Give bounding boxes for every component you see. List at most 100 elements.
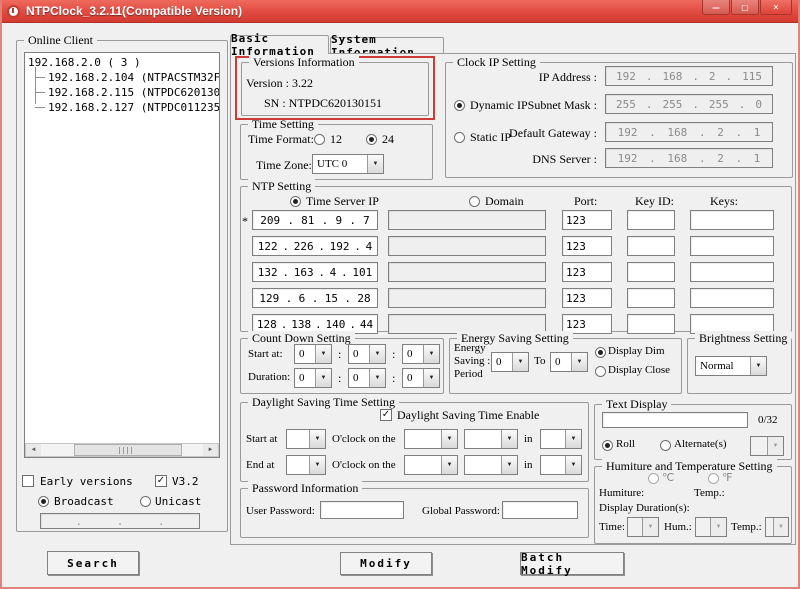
tree-item-client[interactable]: 192.168.2.115 (NTPDC620130151) xyxy=(35,85,219,100)
ntp-domain-input[interactable] xyxy=(388,262,546,282)
close-button[interactable]: ✕ xyxy=(760,0,792,15)
ntp-port-input[interactable]: 123 xyxy=(562,236,612,256)
dst-end-month-select[interactable]: ▼ xyxy=(540,455,582,475)
chevron-down-icon[interactable]: ▼ xyxy=(512,353,528,371)
dst-enable-checkbox[interactable]: ✓ xyxy=(380,409,392,421)
chevron-down-icon[interactable]: ▼ xyxy=(441,456,457,474)
time-duration-select[interactable]: ▼ xyxy=(627,517,659,537)
chevron-down-icon[interactable]: ▼ xyxy=(710,518,726,536)
horizontal-scrollbar[interactable]: ◄ ► xyxy=(25,443,219,457)
scroll-right-icon[interactable]: ► xyxy=(203,444,218,456)
tree-root-item[interactable]: 192.168.2.0 ( 3 ) xyxy=(28,55,219,70)
chevron-down-icon[interactable]: ▼ xyxy=(750,357,766,375)
time-server-ip-radio[interactable] xyxy=(290,196,301,207)
chevron-down-icon[interactable]: ▼ xyxy=(315,345,331,363)
scrollbar-thumb[interactable] xyxy=(74,444,182,456)
early-versions-checkbox[interactable] xyxy=(22,475,34,487)
energy-to-select[interactable]: 0▼ xyxy=(550,352,588,372)
chevron-down-icon[interactable]: ▼ xyxy=(369,369,385,387)
title-bar[interactable]: NTPClock_3.2.11(Compatible Version) — ▢ … xyxy=(0,0,800,23)
countdown-duration-min-select[interactable]: 0▼ xyxy=(348,368,386,388)
broadcast-radio[interactable] xyxy=(38,496,49,507)
countdown-start-sec-select[interactable]: 0▼ xyxy=(402,344,440,364)
modify-button[interactable]: Modify xyxy=(340,552,432,575)
display-dim-radio[interactable] xyxy=(595,347,606,358)
ntp-key-id-input[interactable] xyxy=(627,314,675,334)
hum-duration-select[interactable]: ▼ xyxy=(695,517,727,537)
countdown-start-min-select[interactable]: 0▼ xyxy=(348,344,386,364)
search-button[interactable]: Search xyxy=(47,551,139,575)
chevron-down-icon[interactable]: ▼ xyxy=(773,518,788,536)
ntp-server-ip-input[interactable]: 129.6.15.28 xyxy=(252,288,378,308)
chevron-down-icon[interactable]: ▼ xyxy=(367,155,383,173)
chevron-down-icon[interactable]: ▼ xyxy=(423,345,439,363)
dst-end-day-select[interactable]: ▼ xyxy=(464,455,518,475)
ip-address-field[interactable]: 192.168.2.115 xyxy=(605,66,773,86)
ntp-keys-input[interactable] xyxy=(690,262,774,282)
chevron-down-icon[interactable]: ▼ xyxy=(423,369,439,387)
tree-item-client[interactable]: 192.168.2.127 (NTPDC011235) xyxy=(35,100,219,115)
ntp-key-id-input[interactable] xyxy=(627,288,675,308)
ntp-server-ip-input[interactable]: 132.163.4.101 xyxy=(252,262,378,282)
roll-radio[interactable] xyxy=(602,440,613,451)
format-24-radio[interactable] xyxy=(366,134,377,145)
global-password-input[interactable] xyxy=(502,501,578,519)
unicast-radio[interactable] xyxy=(140,496,151,507)
chevron-down-icon[interactable]: ▼ xyxy=(501,430,517,448)
minimize-button[interactable]: — xyxy=(702,0,730,15)
alternate-radio[interactable] xyxy=(660,440,671,451)
chevron-down-icon[interactable]: ▼ xyxy=(565,456,581,474)
energy-from-select[interactable]: 0▼ xyxy=(491,352,529,372)
dst-end-hour-select[interactable]: ▼ xyxy=(286,455,326,475)
temp-duration-select[interactable]: ▼ xyxy=(765,517,789,537)
countdown-duration-sec-select[interactable]: 0▼ xyxy=(402,368,440,388)
chevron-down-icon[interactable]: ▼ xyxy=(767,437,783,455)
ntp-key-id-input[interactable] xyxy=(627,236,675,256)
maximize-button[interactable]: ▢ xyxy=(731,0,759,15)
default-gateway-field[interactable]: 192.168.2.1 xyxy=(605,122,773,142)
chevron-down-icon[interactable]: ▼ xyxy=(315,369,331,387)
chevron-down-icon[interactable]: ▼ xyxy=(642,518,658,536)
ntp-key-id-input[interactable] xyxy=(627,262,675,282)
tab-basic-information[interactable]: Basic Information xyxy=(230,35,329,54)
alternate-count-select[interactable]: ▼ xyxy=(750,436,784,456)
tab-system-information[interactable]: System Information xyxy=(330,37,444,54)
fahrenheit-radio[interactable] xyxy=(708,473,719,484)
countdown-start-hour-select[interactable]: 0▼ xyxy=(294,344,332,364)
domain-radio[interactable] xyxy=(469,196,480,207)
dns-server-field[interactable]: 192.168.2.1 xyxy=(605,148,773,168)
ntp-port-input[interactable]: 123 xyxy=(562,288,612,308)
dst-end-week-select[interactable]: ▼ xyxy=(404,455,458,475)
ntp-keys-input[interactable] xyxy=(690,288,774,308)
text-display-input[interactable] xyxy=(602,412,748,428)
chevron-down-icon[interactable]: ▼ xyxy=(565,430,581,448)
dst-start-hour-select[interactable]: ▼ xyxy=(286,429,326,449)
ntp-domain-input[interactable] xyxy=(388,210,546,230)
display-close-radio[interactable] xyxy=(595,366,606,377)
ntp-keys-input[interactable] xyxy=(690,236,774,256)
v32-checkbox[interactable]: ✓ xyxy=(155,475,167,487)
dst-start-month-select[interactable]: ▼ xyxy=(540,429,582,449)
chevron-down-icon[interactable]: ▼ xyxy=(369,345,385,363)
batch-modify-button[interactable]: Batch Modify xyxy=(520,552,624,575)
countdown-duration-hour-select[interactable]: 0▼ xyxy=(294,368,332,388)
chevron-down-icon[interactable]: ▼ xyxy=(501,456,517,474)
time-zone-select[interactable]: UTC 0 ▼ xyxy=(312,154,384,174)
user-password-input[interactable] xyxy=(320,501,404,519)
dst-start-day-select[interactable]: ▼ xyxy=(464,429,518,449)
ntp-key-id-input[interactable] xyxy=(627,210,675,230)
client-listbox[interactable]: 192.168.2.0 ( 3 ) 192.168.2.104 (NTPACST… xyxy=(24,52,220,458)
chevron-down-icon[interactable]: ▼ xyxy=(309,456,325,474)
subnet-mask-field[interactable]: 255.255.255.0 xyxy=(605,94,773,114)
ntp-server-ip-input[interactable]: 209.81.9.7 xyxy=(252,210,378,230)
unicast-ip-input[interactable]: ... xyxy=(40,513,200,529)
format-12-radio[interactable] xyxy=(314,134,325,145)
chevron-down-icon[interactable]: ▼ xyxy=(441,430,457,448)
chevron-down-icon[interactable]: ▼ xyxy=(571,353,587,371)
ntp-domain-input[interactable] xyxy=(388,236,546,256)
dst-start-week-select[interactable]: ▼ xyxy=(404,429,458,449)
ntp-domain-input[interactable] xyxy=(388,288,546,308)
brightness-select[interactable]: Normal▼ xyxy=(695,356,767,376)
ntp-port-input[interactable]: 123 xyxy=(562,262,612,282)
scroll-left-icon[interactable]: ◄ xyxy=(26,444,41,456)
